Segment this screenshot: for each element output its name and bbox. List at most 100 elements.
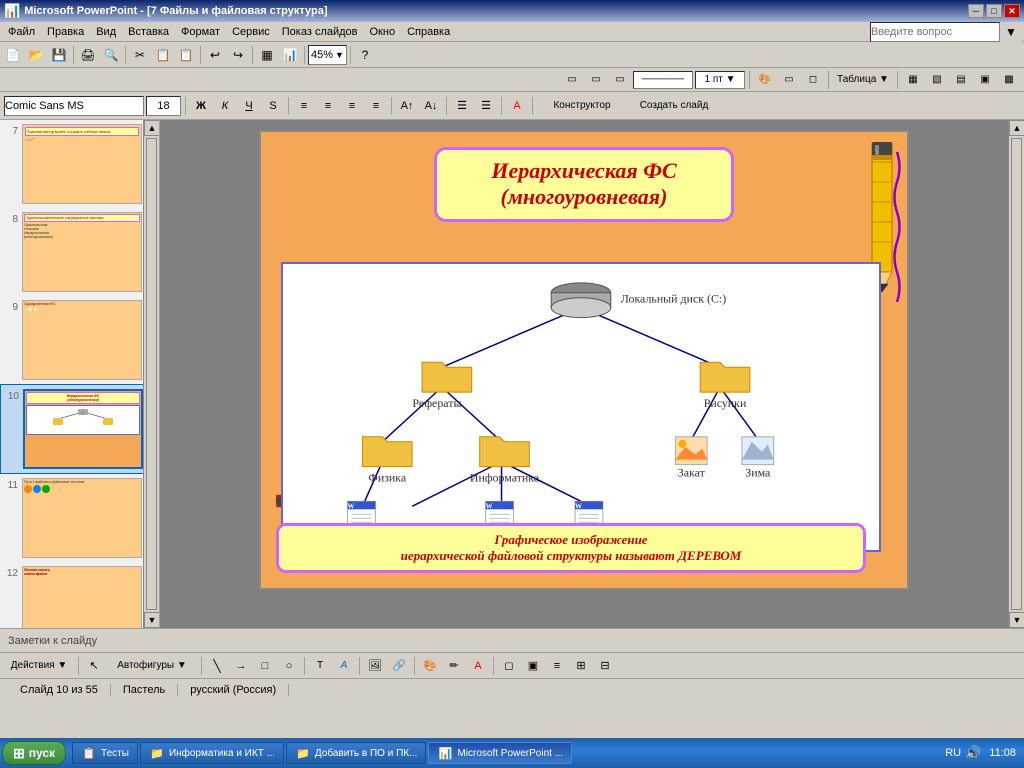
font-color-button[interactable]: A: [506, 96, 528, 116]
underline-button[interactable]: Ч: [238, 96, 260, 116]
fill-color-button[interactable]: 🎨: [754, 70, 776, 90]
menu-file[interactable]: Файл: [2, 24, 41, 40]
tbl-merge[interactable]: ▦: [902, 70, 924, 90]
border-tool[interactable]: ▭: [778, 70, 800, 90]
numbering-button[interactable]: ☰: [475, 96, 497, 116]
content-scrollbar[interactable]: ▲ ▼: [1008, 120, 1024, 628]
menu-window[interactable]: Окно: [364, 24, 402, 40]
shadow-button[interactable]: S: [262, 96, 284, 116]
align-right-button[interactable]: ≡: [341, 96, 363, 116]
preview-button[interactable]: 🔍: [100, 45, 122, 65]
help-button[interactable]: ?: [354, 45, 376, 65]
line-color-db[interactable]: ✏: [443, 656, 465, 676]
slide-img-10[interactable]: Иерархическая ФС(многоуровневая) C:: [23, 389, 143, 469]
shadow-style[interactable]: ◻: [498, 656, 520, 676]
constructor-button[interactable]: Конструктор: [537, 96, 627, 116]
arrow-tool[interactable]: →: [230, 656, 252, 676]
tbl-split[interactable]: ▧: [926, 70, 948, 90]
tbl-border[interactable]: ▤: [950, 70, 972, 90]
table-button[interactable]: Таблица ▼: [833, 70, 893, 90]
textbox-tool[interactable]: T: [309, 656, 331, 676]
decrease-font-button[interactable]: A↓: [420, 96, 442, 116]
slide-thumb-8[interactable]: 8 Однопользовательские операционные сист…: [0, 208, 159, 296]
menu-slideshow[interactable]: Показ слайдов: [276, 24, 364, 40]
undo-button[interactable]: ↩: [204, 45, 226, 65]
line-width-select[interactable]: 1 пт ▼: [695, 71, 745, 89]
menu-edit[interactable]: Правка: [41, 24, 90, 40]
taskbar-item-add[interactable]: 📁 Добавить в ПО и ПК...: [286, 742, 427, 764]
bold-button[interactable]: Ж: [190, 96, 212, 116]
insert-chart-button[interactable]: 📊: [279, 45, 301, 65]
insert-table-button[interactable]: ▦: [256, 45, 278, 65]
create-slide-button[interactable]: Создать слайд: [629, 96, 719, 116]
slide-thumb-12[interactable]: 12 Полная записьимени файла: [0, 562, 159, 628]
font-color-db[interactable]: A: [467, 656, 489, 676]
shadow-tool[interactable]: ◻: [802, 70, 824, 90]
slide-img-9[interactable]: Одноуровневая ФС 📁 📄 📄: [22, 300, 142, 380]
content-scroll-up[interactable]: ▲: [1009, 120, 1024, 136]
tbl-style1[interactable]: ▣: [974, 70, 996, 90]
line-style-select[interactable]: ──────: [633, 71, 693, 89]
font-size-select[interactable]: [146, 96, 181, 116]
print-button[interactable]: 🖨: [77, 45, 99, 65]
italic-button[interactable]: К: [214, 96, 236, 116]
bullets-button[interactable]: ☰: [451, 96, 473, 116]
actions-button[interactable]: Действия ▼: [4, 656, 74, 676]
content-scroll-down[interactable]: ▼: [1009, 612, 1024, 628]
rect-tool[interactable]: □: [254, 656, 276, 676]
line-tool[interactable]: ╲: [206, 656, 228, 676]
menu-view[interactable]: Вид: [90, 24, 122, 40]
slide-thumb-7[interactable]: 7 Администратор может создавать учётные …: [0, 120, 159, 208]
select-button[interactable]: ↖: [83, 656, 105, 676]
save-button[interactable]: 💾: [48, 45, 70, 65]
increase-font-button[interactable]: A↑: [396, 96, 418, 116]
zoom-dropdown-icon[interactable]: ▼: [335, 50, 344, 60]
ungroup-tool[interactable]: ⊟: [594, 656, 616, 676]
taskbar-item-powerpoint[interactable]: 📊 Microsoft PowerPoint ...: [428, 742, 572, 764]
autoshapes-button[interactable]: Автофигуры ▼: [107, 656, 197, 676]
table-tool-1[interactable]: ▭: [561, 70, 583, 90]
slide-thumb-11[interactable]: 11 Пути к файлам и файловые системы: [0, 474, 159, 562]
slide-img-7[interactable]: Администратор может создавать учётные за…: [22, 124, 142, 204]
new-button[interactable]: 📄: [2, 45, 24, 65]
scroll-up-button[interactable]: ▲: [144, 120, 160, 136]
open-button[interactable]: 📂: [25, 45, 47, 65]
table-tool-2[interactable]: ▭: [585, 70, 607, 90]
start-button[interactable]: ⊞ пуск: [2, 741, 66, 765]
insert-diagram[interactable]: 🔗: [388, 656, 410, 676]
content-scroll-thumb[interactable]: [1011, 138, 1022, 610]
align-center-button[interactable]: ≡: [317, 96, 339, 116]
3d-style[interactable]: ▣: [522, 656, 544, 676]
cut-button[interactable]: ✂: [129, 45, 151, 65]
group-tool[interactable]: ⊞: [570, 656, 592, 676]
menu-service[interactable]: Сервис: [226, 24, 276, 40]
scroll-thumb[interactable]: [146, 138, 157, 610]
search-input[interactable]: [870, 22, 1000, 42]
menu-help[interactable]: Справка: [401, 24, 456, 40]
slide-thumb-10[interactable]: 10 Иерархическая ФС(многоуровневая) C:: [0, 384, 159, 474]
slide-panel-scrollbar[interactable]: ▲ ▼: [143, 120, 159, 628]
slide-thumb-9[interactable]: 9 Одноуровневая ФС 📁 📄 📄: [0, 296, 159, 384]
table-tool-3[interactable]: ▭: [609, 70, 631, 90]
justify-button[interactable]: ≡: [365, 96, 387, 116]
search-go-button[interactable]: ▼: [1000, 22, 1022, 42]
slide-img-8[interactable]: Однопользовательские операционные систем…: [22, 212, 142, 292]
minimize-button[interactable]: ─: [968, 4, 984, 18]
taskbar-item-informatika[interactable]: 📁 Информатика и ИКТ ...: [140, 742, 284, 764]
align-distribute[interactable]: ≡: [546, 656, 568, 676]
redo-button[interactable]: ↪: [227, 45, 249, 65]
scroll-down-button[interactable]: ▼: [144, 612, 160, 628]
fill-color-db[interactable]: 🎨: [419, 656, 441, 676]
menu-insert[interactable]: Вставка: [122, 24, 175, 40]
menu-format[interactable]: Формат: [175, 24, 226, 40]
slide-img-12[interactable]: Полная записьимени файла: [22, 566, 142, 628]
restore-button[interactable]: □: [986, 4, 1002, 18]
wordart-tool[interactable]: A: [333, 656, 355, 676]
taskbar-item-tests[interactable]: 📋 Тесты: [72, 742, 138, 764]
paste-button[interactable]: 📋: [175, 45, 197, 65]
copy-button[interactable]: 📋: [152, 45, 174, 65]
tbl-style2[interactable]: ▩: [998, 70, 1020, 90]
slide-img-11[interactable]: Пути к файлам и файловые системы: [22, 478, 142, 558]
close-button[interactable]: ✕: [1004, 4, 1020, 18]
ellipse-tool[interactable]: ○: [278, 656, 300, 676]
